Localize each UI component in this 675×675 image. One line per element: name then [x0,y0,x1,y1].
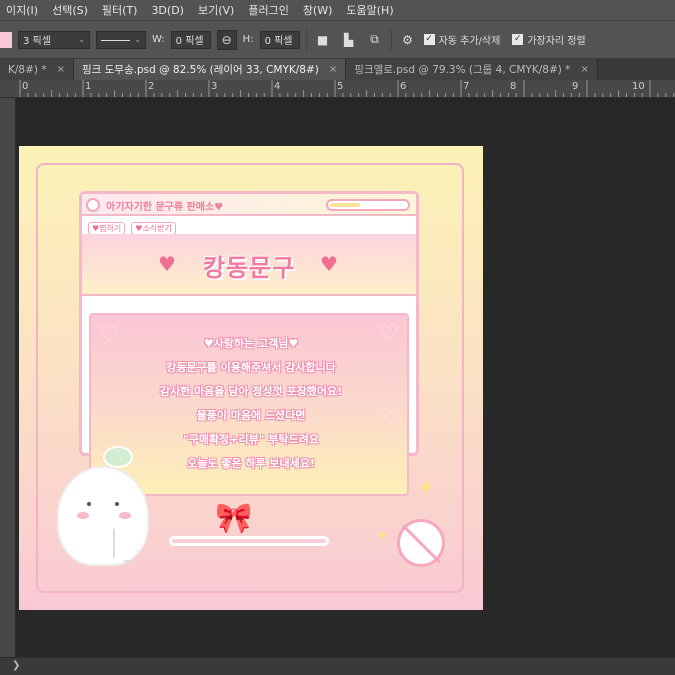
ruler-label: 8 [510,81,517,92]
height-label: H: [242,34,254,45]
menu-help[interactable]: 도움말(H) [340,2,401,18]
menu-window[interactable]: 창(W) [297,2,341,18]
tab-label: 핑크옐로.psd @ 79.3% (그룹 4, CMYK/8#) * [354,64,571,76]
ruler-label: 9 [572,81,579,92]
horizontal-ruler[interactable]: 0 1 2 3 4 5 6 7 8 9 10 [0,80,675,98]
stroke-width-select[interactable]: 3 픽셀 ⌄ [18,30,90,49]
ruler-label: 2 [148,81,155,92]
heart-icon: ♥ [320,252,338,276]
document-artboard[interactable]: 아기자기한 문구류 판매소♥ ♥찜하기 ♥소식받기 ♥ 캉동문구 ♥ ♡ ♡ ♡… [19,146,483,610]
options-bar: 3 픽셀 ⌄ ⌄ W: 0 픽셀 ⊖ H: 0 픽셀 ■ ▙ ⧉ ⚙ ✓ 자동 … [0,20,675,58]
align-edges-checkbox[interactable]: ✓ 가장자리 정렬 [512,32,586,47]
sparkle-icon: ✦ [417,476,436,501]
checkmark-icon: ✓ [423,34,435,45]
progress-fill [330,203,360,207]
menu-image[interactable]: 이지(I) [0,2,46,18]
gear-icon[interactable]: ⚙ [398,30,418,50]
align-edges-label: 가장자리 정렬 [527,36,586,47]
message-line: 물품이 마음에 드셨다면 [196,409,306,422]
circle-icon [86,198,100,212]
mascot-character [57,446,157,566]
ribbon-bow-icon: 🎀 [215,501,253,536]
message-line: ♥사랑하는 고객님♥ [203,337,299,350]
path-arrangement-icon[interactable]: ⧉ [365,30,385,50]
link-icon[interactable]: ⊖ [216,29,237,50]
message-line: 감사한 마음을 담아 정성껏 포장했어요! [159,385,343,398]
mascot-cheek [77,512,89,519]
window-titlebar: 아기자기한 문구류 판매소♥ [82,194,416,216]
vertical-ruler[interactable] [0,98,16,658]
height-input[interactable]: 0 픽셀 [259,30,300,49]
status-bar: ❯ [0,657,675,675]
path-alignment-icon[interactable]: ▙ [339,30,359,50]
checkmark-icon: ✓ [512,34,524,45]
mascot-eye [115,502,119,506]
close-icon[interactable]: × [580,64,588,75]
tab-document-1[interactable]: K/8#) * × [0,59,74,80]
expand-arrow-icon[interactable]: ❯ [12,660,20,671]
document-tabs: K/8#) * × 핑크 도무송.psd @ 82.5% (레이어 33, CM… [0,58,675,80]
auto-add-delete-checkbox[interactable]: ✓ 자동 추가/삭제 [423,32,501,47]
ruler-label: 3 [211,81,218,92]
menu-filter[interactable]: 필터(T) [96,2,146,18]
divider [390,28,392,51]
close-icon[interactable]: × [57,64,65,75]
line-style-icon [101,39,131,41]
prohibited-icon [397,519,445,567]
divider [305,28,307,51]
ruler-label: 0 [22,81,29,92]
sparkle-icon: ✦ [375,526,389,545]
width-value: 0 픽셀 [175,36,204,47]
menu-view[interactable]: 보기(V) [192,2,242,18]
monitor-stand [169,536,329,546]
stroke-width-value: 3 픽셀 [23,36,51,47]
ruler-label: 5 [337,81,344,92]
stroke-type-select[interactable]: ⌄ [96,30,146,49]
menu-3d[interactable]: 3D(D) [145,4,192,17]
close-icon[interactable]: × [329,64,337,75]
tab-document-2[interactable]: 핑크 도무송.psd @ 82.5% (레이어 33, CMYK/8#) × [73,59,347,80]
stroke-color-swatch[interactable] [0,31,12,48]
shop-title: 캉동문구 [202,254,296,282]
ruler-label: 4 [274,81,281,92]
width-input[interactable]: 0 픽셀 [170,30,211,49]
ruler-label: 7 [463,81,470,92]
menu-plugins[interactable]: 플러그인 [242,2,296,18]
path-operations-icon[interactable]: ■ [313,30,333,50]
menu-select[interactable]: 선택(S) [46,2,96,18]
chevron-down-icon: ⌄ [134,35,141,44]
progress-bar [326,199,410,211]
message-line: 캉동문구를 이용해주셔서 감사합니다 [166,361,336,374]
mascot-eye [87,502,91,506]
ruler-label: 10 [632,81,645,92]
menu-bar: 이지(I) 선택(S) 필터(T) 3D(D) 보기(V) 플러그인 창(W) … [0,0,675,20]
height-value: 0 픽셀 [264,36,293,47]
tab-document-3[interactable]: 핑크옐로.psd @ 79.3% (그룹 4, CMYK/8#) * × [346,59,598,80]
chevron-down-icon: ⌄ [78,35,85,44]
tab-label: K/8#) * [8,63,47,76]
ruler-label: 6 [400,81,407,92]
message-line: "구매확정+리뷰" 부탁드려요 [183,433,319,446]
ruler-label: 1 [85,81,92,92]
tab-label: 핑크 도무송.psd @ 82.5% (레이어 33, CMYK/8#) [81,64,319,76]
width-label: W: [152,34,165,45]
auto-add-delete-label: 자동 추가/삭제 [438,36,501,47]
leaf-icon [103,446,133,468]
banner: ♥ 캉동문구 ♥ [82,234,416,296]
window-title: 아기자기한 문구류 판매소♥ [106,202,224,213]
mascot-cheek [119,512,131,519]
